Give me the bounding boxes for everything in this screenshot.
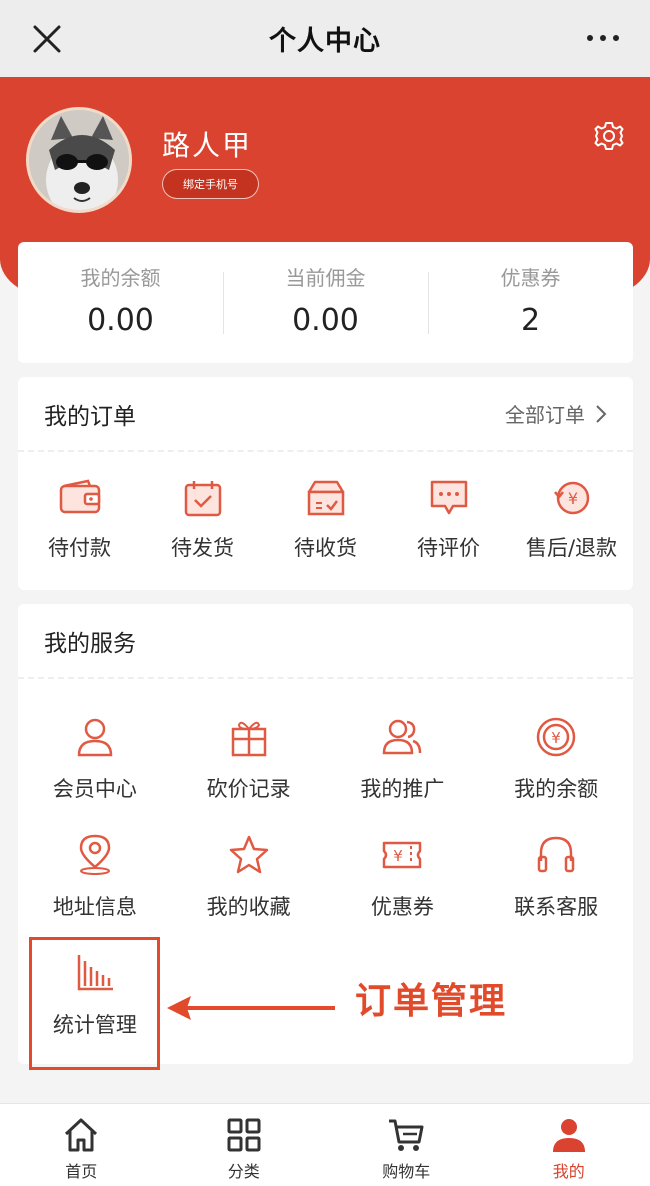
person-icon (552, 1119, 585, 1152)
stat-value: 2 (520, 303, 541, 338)
service-address-info[interactable]: 地址信息 (18, 811, 172, 929)
bind-phone-button[interactable]: 绑定手机号 (162, 169, 259, 199)
stat-commission[interactable]: 当前佣金 0.00 (223, 242, 428, 363)
stat-label: 优惠券 (500, 266, 561, 290)
stat-label: 当前佣金 (285, 266, 366, 290)
users-icon (383, 719, 422, 755)
all-orders-link[interactable]: 全部订单 (505, 399, 607, 428)
tab-label: 分类 (227, 1162, 260, 1181)
title-bar: 个人中心 (0, 0, 650, 77)
service-label: 会员中心 (52, 777, 137, 801)
headset-icon (537, 836, 575, 873)
page-title: 个人中心 (269, 26, 381, 57)
service-label: 优惠券 (370, 895, 434, 919)
svg-text:¥: ¥ (551, 729, 561, 747)
service-label: 我的余额 (514, 777, 599, 801)
service-my-balance[interactable]: ¥ 我的余额 (479, 693, 633, 811)
tab-label: 购物车 (382, 1162, 431, 1181)
coin-icon: ¥ (536, 717, 576, 757)
tab-category[interactable]: 分类 (163, 1104, 326, 1186)
annotation-label: 订单管理 (355, 981, 508, 1022)
highlight-box (29, 937, 160, 1070)
services-title: 我的服务 (44, 630, 136, 657)
stats-card: 我的余额 0.00 当前佣金 0.00 优惠券 2 (18, 242, 633, 363)
order-label: 待发货 (171, 536, 234, 560)
chevron-right-icon (596, 404, 607, 423)
order-pending-receipt[interactable]: 待收货 (264, 452, 387, 588)
stat-label: 我的余额 (80, 266, 161, 290)
grid-icon (227, 1118, 261, 1152)
gift-icon (231, 721, 266, 757)
stat-value: 0.00 (292, 303, 359, 338)
chat-icon (430, 480, 467, 515)
orders-header: 我的订单 全部订单 (18, 377, 633, 452)
tab-home[interactable]: 首页 (0, 1104, 163, 1186)
services-header: 我的服务 (18, 604, 633, 679)
tab-label: 首页 (65, 1162, 98, 1181)
calendar-check-icon (184, 481, 221, 517)
stat-value: 0.00 (87, 303, 154, 338)
box-icon (307, 480, 344, 516)
order-label: 售后/退款 (525, 536, 618, 560)
service-label: 我的推广 (360, 777, 445, 801)
orders-title: 我的订单 (44, 403, 136, 430)
svg-text:¥: ¥ (394, 847, 404, 865)
order-pending-review[interactable]: 待评价 (387, 452, 510, 588)
refund-icon: ¥ (553, 481, 589, 515)
order-after-sales[interactable]: ¥ 售后/退款 (510, 452, 633, 588)
avatar[interactable] (26, 107, 132, 213)
annotation-arrow (167, 996, 335, 1020)
username: 路人甲 (162, 129, 253, 162)
service-bargain-records[interactable]: 砍价记录 (172, 693, 326, 811)
order-label: 待付款 (48, 536, 111, 560)
orders-card: 我的订单 全部订单 待付款 待发货 待收货 待评价 ¥ 售后/退款 (18, 377, 633, 590)
order-pending-payment[interactable]: 待付款 (18, 452, 141, 588)
service-customer-service[interactable]: 联系客服 (479, 811, 633, 929)
svg-text:¥: ¥ (567, 489, 577, 508)
stat-balance[interactable]: 我的余额 0.00 (18, 242, 223, 363)
service-label: 地址信息 (52, 895, 137, 919)
order-label: 待收货 (294, 536, 357, 560)
service-label: 砍价记录 (206, 777, 291, 801)
service-member-center[interactable]: 会员中心 (18, 693, 172, 811)
ticket-icon: ¥ (383, 841, 422, 869)
home-icon (65, 1118, 98, 1152)
star-icon (229, 835, 268, 874)
location-icon (79, 834, 111, 875)
service-label: 我的收藏 (206, 895, 291, 919)
service-label: 联系客服 (514, 895, 599, 919)
service-coupons[interactable]: ¥ 优惠券 (326, 811, 480, 929)
cart-icon (389, 1119, 424, 1151)
stat-coupons[interactable]: 优惠券 2 (428, 242, 633, 363)
tab-label: 我的 (552, 1162, 585, 1181)
tab-cart[interactable]: 购物车 (325, 1104, 488, 1186)
user-icon (77, 718, 113, 757)
tab-mine[interactable]: 我的 (488, 1104, 650, 1186)
service-my-favorites[interactable]: 我的收藏 (172, 811, 326, 929)
service-my-promotion[interactable]: 我的推广 (326, 693, 480, 811)
close-icon[interactable] (30, 22, 64, 56)
order-label: 待评价 (417, 536, 480, 560)
order-pending-shipment[interactable]: 待发货 (141, 452, 264, 588)
all-orders-label: 全部订单 (505, 403, 585, 427)
more-icon[interactable] (586, 30, 620, 46)
wallet-icon (59, 479, 100, 514)
tab-bar: 首页 分类 购物车 我的 (0, 1103, 650, 1186)
gear-icon[interactable] (593, 120, 625, 152)
